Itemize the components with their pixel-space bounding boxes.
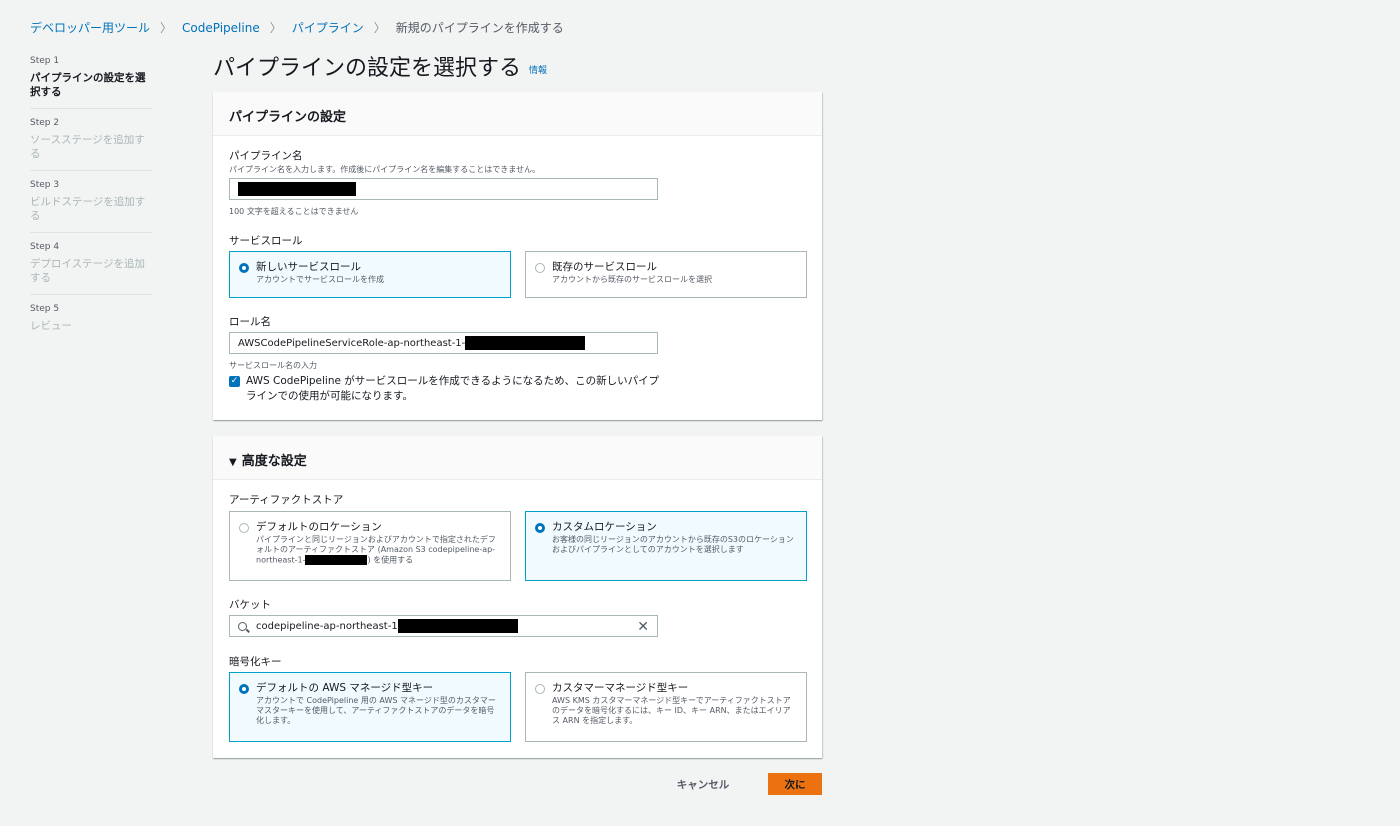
breadcrumb-codepipeline[interactable]: CodePipeline <box>182 21 260 35</box>
radio-selected[interactable] <box>239 684 249 694</box>
step-number: Step 4 <box>30 242 60 252</box>
pipeline-settings-header: パイプラインの設定 <box>213 92 822 136</box>
wizard-steps: Step 1 パイプラインの設定を選択する Step 2 ソースステージを追加す… <box>30 55 152 350</box>
allow-role-checkbox[interactable]: ✓ <box>229 376 240 387</box>
step-number: Step 1 <box>30 56 60 66</box>
bucket-value: codepipeline-ap-northeast-1 <box>256 620 398 632</box>
custom-location-tile[interactable]: カスタムロケーション お客様の同じリージョンのアカウントから既存のS3のロケーシ… <box>525 511 807 581</box>
chevron-right-icon: 〉 <box>160 21 173 35</box>
close-icon[interactable]: ✕ <box>637 619 649 635</box>
existing-role-title: 既存のサービスロール <box>552 261 657 273</box>
step-name: ビルドステージを追加する <box>30 196 146 222</box>
radio-selected[interactable] <box>239 263 249 273</box>
artifact-store-label: アーティファクトストア <box>229 494 344 506</box>
default-location-tile[interactable]: デフォルトのロケーション パイプラインと同じリージョンおよびアカウントで指定され… <box>229 511 511 581</box>
customer-key-title: カスタマーマネージド型キー <box>552 682 689 694</box>
default-location-title: デフォルトのロケーション <box>256 521 382 533</box>
page-title: パイプラインの設定を選択する 情報 <box>213 50 547 82</box>
customer-key-tile[interactable]: カスタマーマネージド型キー AWS KMS カスタマーマネージド型キーでアーティ… <box>525 672 807 742</box>
pipeline-name-hint: 100 文字を超えることはできません <box>229 207 359 216</box>
new-role-title: 新しいサービスロール <box>256 261 361 273</box>
pipeline-name-input[interactable] <box>229 178 658 200</box>
chevron-right-icon: 〉 <box>269 21 282 35</box>
role-name-label: ロール名 <box>229 316 271 328</box>
new-role-desc: アカウントでサービスロールを作成 <box>256 275 384 284</box>
bucket-label: バケット <box>229 599 271 611</box>
allow-role-checkbox-label: AWS CodePipeline がサービスロールを作成できるようになるため、こ… <box>246 375 660 402</box>
radio-selected[interactable] <box>535 523 545 533</box>
default-key-tile[interactable]: デフォルトの AWS マネージド型キー アカウントで CodePipeline … <box>229 672 511 742</box>
step-number: Step 5 <box>30 304 60 314</box>
breadcrumb: デベロッパー用ツール 〉 CodePipeline 〉 パイプライン 〉 新規の… <box>30 19 564 36</box>
role-name-input[interactable]: AWSCodePipelineServiceRole-ap-northeast-… <box>229 332 658 354</box>
step-3: Step 3 ビルドステージを追加する <box>30 179 152 233</box>
page-title-text: パイプラインの設定を選択する <box>213 56 522 81</box>
step-5: Step 5 レビュー <box>30 303 152 342</box>
chevron-right-icon: 〉 <box>373 21 386 35</box>
info-link[interactable]: 情報 <box>529 66 547 76</box>
pipeline-name-desc: パイプライン名を入力します。作成後にパイプライン名を編集することはできません。 <box>229 165 540 174</box>
step-2: Step 2 ソースステージを追加する <box>30 117 152 171</box>
radio-unselected[interactable] <box>535 263 545 273</box>
default-location-desc-suffix: ) を使用する <box>367 555 414 565</box>
caret-down-icon: ▼ <box>229 457 237 468</box>
next-button[interactable]: 次に <box>768 773 822 795</box>
default-location-desc: パイプラインと同じリージョンおよびアカウントで指定されたデフォルトのアーティファ… <box>256 535 500 566</box>
advanced-settings-title: 高度な設定 <box>241 454 307 469</box>
cancel-button[interactable]: キャンセル <box>668 773 738 795</box>
step-name: パイプラインの設定を選択する <box>30 72 146 98</box>
default-key-desc: アカウントで CodePipeline 用の AWS マネージド型のカスタマーマ… <box>256 696 496 725</box>
service-role-label: サービスロール <box>229 235 303 247</box>
step-name: ソースステージを追加する <box>30 134 145 160</box>
step-name: レビュー <box>30 320 72 332</box>
breadcrumb-current: 新規のパイプラインを作成する <box>395 21 564 35</box>
pipeline-name-label: パイプライン名 <box>229 150 303 162</box>
step-4: Step 4 デプロイステージを追加する <box>30 241 152 295</box>
step-number: Step 2 <box>30 118 60 128</box>
role-name-value: AWSCodePipelineServiceRole-ap-northeast-… <box>238 337 466 349</box>
radio-unselected[interactable] <box>239 523 249 533</box>
redacted-block <box>238 182 356 196</box>
encryption-key-label: 暗号化キー <box>229 656 282 668</box>
custom-location-title: カスタムロケーション <box>552 521 657 533</box>
existing-role-desc: アカウントから既存のサービスロールを選択 <box>552 275 712 284</box>
redacted-block <box>397 619 518 633</box>
advanced-settings-header[interactable]: ▼ 高度な設定 <box>213 436 822 480</box>
step-number: Step 3 <box>30 180 60 190</box>
redacted-block <box>465 336 586 350</box>
default-key-title: デフォルトの AWS マネージド型キー <box>256 682 434 694</box>
step-name: デプロイステージを追加する <box>30 258 145 284</box>
existing-service-role-tile[interactable]: 既存のサービスロール アカウントから既存のサービスロールを選択 <box>525 251 807 298</box>
step-1: Step 1 パイプラインの設定を選択する <box>30 55 152 109</box>
role-name-hint: サービスロール名の入力 <box>229 361 317 370</box>
redacted-block <box>305 555 368 565</box>
breadcrumb-developer-tools[interactable]: デベロッパー用ツール <box>30 19 150 36</box>
advanced-settings-card: ▼ 高度な設定 アーティファクトストア デフォルトのロケーション パイプラインと同… <box>213 436 822 758</box>
custom-location-desc: お客様の同じリージョンのアカウントから既存のS3のロケーションおよびパイプライン… <box>552 535 794 554</box>
radio-unselected[interactable] <box>535 684 545 694</box>
new-service-role-tile[interactable]: 新しいサービスロール アカウントでサービスロールを作成 <box>229 251 511 298</box>
customer-key-desc: AWS KMS カスタマーマネージド型キーでアーティファクトストアのデータを暗号… <box>552 696 791 725</box>
search-icon <box>238 621 247 631</box>
breadcrumb-pipelines[interactable]: パイプライン <box>292 19 364 36</box>
bucket-search-input[interactable]: codepipeline-ap-northeast-1 ✕ <box>229 615 658 637</box>
pipeline-settings-card: パイプラインの設定 パイプライン名 パイプライン名を入力します。作成後にパイプラ… <box>213 92 822 420</box>
